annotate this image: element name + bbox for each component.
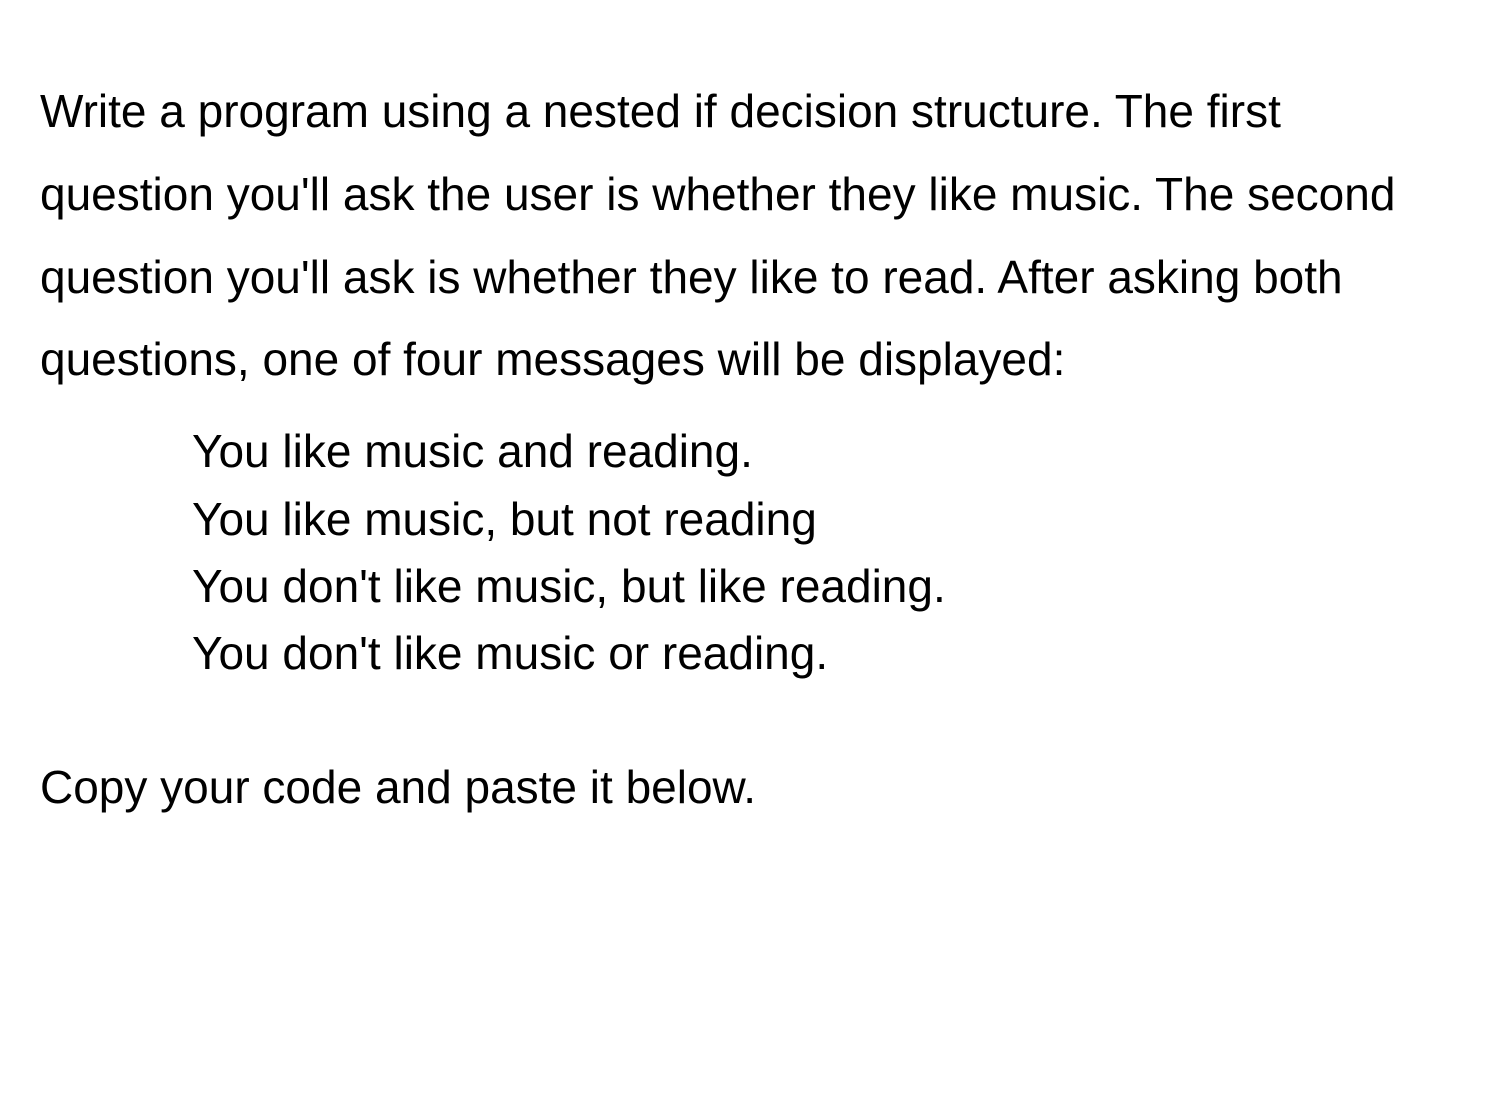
list-item: You like music, but not reading — [192, 487, 1460, 551]
messages-list: You like music and reading. You like mus… — [40, 419, 1460, 686]
instructions-paragraph: Write a program using a nested if decisi… — [40, 70, 1460, 401]
message-text: You like music and reading. — [192, 425, 753, 477]
closing-paragraph: Copy your code and paste it below. — [40, 746, 1460, 829]
list-item: You don't like music, but like reading. — [192, 554, 1460, 618]
instructions-text: Write a program using a nested if decisi… — [40, 85, 1395, 385]
list-item: You like music and reading. — [192, 419, 1460, 483]
closing-text: Copy your code and paste it below. — [40, 761, 756, 813]
message-text: You like music, but not reading — [192, 493, 817, 545]
message-text: You don't like music, but like reading. — [192, 560, 946, 612]
list-item: You don't like music or reading. — [192, 621, 1460, 685]
message-text: You don't like music or reading. — [192, 627, 828, 679]
